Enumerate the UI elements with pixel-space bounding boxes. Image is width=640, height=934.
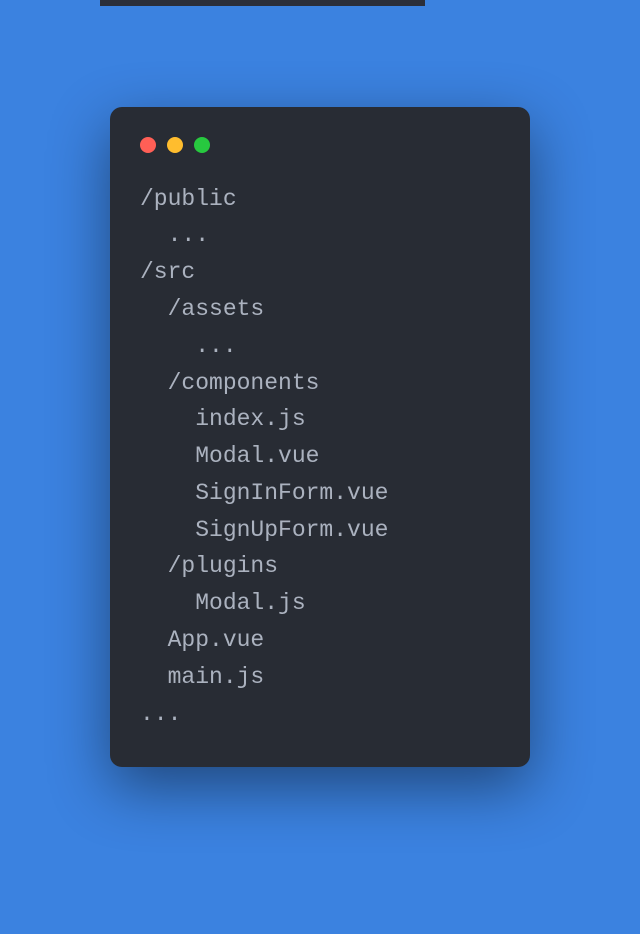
code-line: /plugins: [140, 548, 500, 585]
code-line: ...: [140, 696, 500, 733]
maximize-icon[interactable]: [194, 137, 210, 153]
code-line: /src: [140, 254, 500, 291]
terminal-window: /public .../src /assets ... /components …: [110, 107, 530, 768]
code-line: /assets: [140, 291, 500, 328]
code-line: SignUpForm.vue: [140, 512, 500, 549]
top-accent-bar: [100, 0, 425, 6]
code-line: Modal.vue: [140, 438, 500, 475]
minimize-icon[interactable]: [167, 137, 183, 153]
close-icon[interactable]: [140, 137, 156, 153]
window-titlebar: [140, 137, 500, 153]
code-line: main.js: [140, 659, 500, 696]
code-line: ...: [140, 217, 500, 254]
code-line: index.js: [140, 401, 500, 438]
code-line: /components: [140, 365, 500, 402]
code-line: SignInForm.vue: [140, 475, 500, 512]
code-line: Modal.js: [140, 585, 500, 622]
code-line: /public: [140, 181, 500, 218]
code-content: /public .../src /assets ... /components …: [140, 181, 500, 733]
code-line: App.vue: [140, 622, 500, 659]
code-line: ...: [140, 328, 500, 365]
